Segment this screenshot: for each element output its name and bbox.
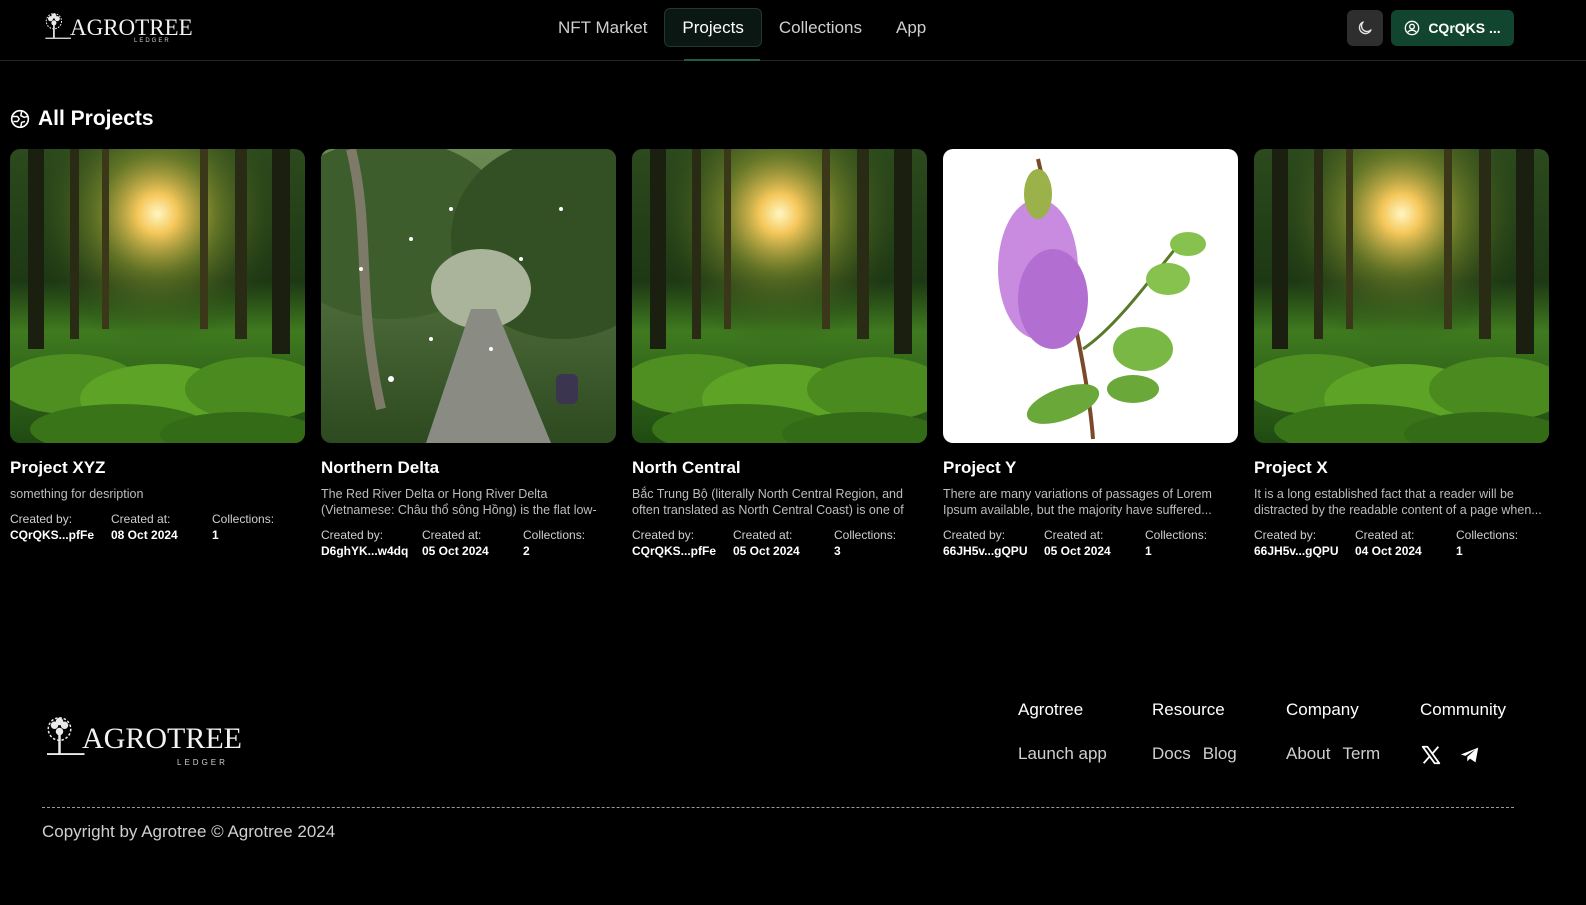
created-by-value: 66JH5v...gQPU	[1254, 544, 1339, 558]
brand-sub: LEDGER	[134, 38, 171, 44]
created-by-label: Created by:	[321, 528, 384, 542]
project-card[interactable]: Project XYZ something for desription Cre…	[10, 149, 305, 559]
footer-col-company: Company About Term	[1286, 700, 1420, 766]
collections-label: Collections:	[1145, 528, 1208, 542]
launch-app-link[interactable]: Launch app	[1018, 744, 1107, 764]
project-card[interactable]: Project Y There are many variations of p…	[943, 149, 1238, 559]
nav-app[interactable]: App	[879, 8, 943, 47]
collections-label: Collections:	[212, 512, 275, 526]
project-image	[943, 149, 1238, 443]
created-by-label: Created by:	[632, 528, 695, 542]
project-image	[632, 149, 927, 443]
created-at-value: 08 Oct 2024	[111, 528, 178, 542]
collections-count: 2	[523, 544, 530, 558]
project-title: Northern Delta	[321, 458, 440, 477]
created-by-value: CQrQKS...pfFe	[632, 544, 717, 558]
copyright-text: Copyright by Agrotree © Agrotree 2024	[42, 822, 336, 841]
project-meta: Created by: 66JH5v...gQPU Created at: 04 O…	[1254, 527, 1549, 559]
created-by-value: 66JH5v...gQPU	[943, 544, 1028, 558]
project-meta: Created by: D6ghYK...w4dq Created at: 05 O…	[321, 527, 616, 559]
project-description: The Red River Delta or Hong River Delta …	[321, 487, 597, 517]
user-circle-icon	[1404, 20, 1420, 36]
created-by-label: Created by:	[10, 512, 73, 526]
footer-col-agrotree: Agrotree Launch app	[1018, 700, 1152, 766]
created-by-label: Created by:	[1254, 528, 1317, 542]
project-description: It is a long established fact that a rea…	[1254, 487, 1542, 517]
footer-col-resource: Resource Docs Blog	[1152, 700, 1286, 766]
wallet-address-label: CQrQKS ...	[1428, 20, 1501, 36]
project-image	[321, 149, 616, 443]
active-tab-indicator	[684, 59, 760, 61]
nav-projects[interactable]: Projects	[664, 8, 762, 47]
project-description: Bắc Trung Bộ (literally North Central Re…	[632, 487, 904, 517]
collections-label: Collections:	[523, 528, 586, 542]
created-at-value: 04 Oct 2024	[1355, 544, 1422, 558]
created-at-label: Created at:	[733, 528, 793, 542]
created-at-label: Created at:	[422, 528, 482, 542]
blog-link[interactable]: Blog	[1203, 744, 1237, 764]
collections-count: 1	[1456, 544, 1463, 558]
footer-col-community: Community	[1420, 700, 1554, 766]
footer-columns: Agrotree Launch app Resource Docs Blog C…	[1018, 700, 1554, 766]
brand-logo[interactable]: AGROTREE LEDGER	[42, 8, 193, 48]
project-meta: Created by: 66JH5v...gQPU Created at: 05 O…	[943, 527, 1238, 559]
x-twitter-icon[interactable]	[1420, 744, 1442, 766]
created-at-value: 05 Oct 2024	[1044, 544, 1111, 558]
section-header: All Projects	[10, 105, 154, 133]
project-description: There are many variations of passages of…	[943, 487, 1212, 517]
project-card[interactable]: North Central Bắc Trung Bộ (literally No…	[632, 149, 927, 559]
collections-count: 3	[834, 544, 841, 558]
created-by-value: D6ghYK...w4dq	[321, 544, 409, 558]
collections-count: 1	[212, 528, 219, 542]
project-cards-list: Project XYZ something for desription Cre…	[10, 149, 1549, 559]
project-title: Project XYZ	[10, 458, 106, 477]
globe-icon	[10, 109, 30, 129]
project-image	[10, 149, 305, 443]
created-by-label: Created by:	[943, 528, 1006, 542]
telegram-icon[interactable]	[1458, 744, 1482, 766]
top-navbar: AGROTREE LEDGER NFT Market Projects Coll…	[0, 0, 1586, 61]
moon-icon	[1358, 21, 1372, 35]
collections-label: Collections:	[834, 528, 897, 542]
footer-heading: Agrotree	[1018, 700, 1084, 719]
footer-heading: Community	[1420, 700, 1506, 719]
project-card[interactable]: Northern Delta The Red River Delta or Ho…	[321, 149, 616, 559]
page-title: All Projects	[38, 107, 154, 130]
project-image	[1254, 149, 1549, 443]
main-nav: NFT Market Projects Collections App	[541, 8, 943, 47]
project-card[interactable]: Project X It is a long established fact …	[1254, 149, 1549, 559]
brand-name: AGROTREE	[70, 15, 193, 40]
project-meta: Created by: CQrQKS...pfFe Created at: 08 O…	[10, 511, 305, 543]
created-at-label: Created at:	[1355, 528, 1415, 542]
about-link[interactable]: About	[1286, 744, 1330, 764]
created-at-value: 05 Oct 2024	[733, 544, 800, 558]
wallet-account-button[interactable]: CQrQKS ...	[1391, 10, 1514, 46]
footer-brand-logo[interactable]: AGROTREE LEDGER	[42, 710, 242, 772]
nav-collections[interactable]: Collections	[762, 8, 879, 47]
term-link[interactable]: Term	[1342, 744, 1380, 764]
collections-count: 1	[1145, 544, 1152, 558]
project-description: something for desription	[10, 487, 144, 501]
created-at-label: Created at:	[111, 512, 171, 526]
footer-heading: Resource	[1152, 700, 1225, 719]
project-meta: Created by: CQrQKS...pfFe Created at: 05 O…	[632, 527, 927, 559]
project-title: Project Y	[943, 458, 1017, 477]
docs-link[interactable]: Docs	[1152, 744, 1191, 764]
created-by-value: CQrQKS...pfFe	[10, 528, 95, 542]
footer-brand-name: AGROTREE	[82, 722, 242, 755]
theme-toggle-button[interactable]	[1347, 10, 1383, 46]
nav-nft-market[interactable]: NFT Market	[541, 8, 664, 47]
created-at-value: 05 Oct 2024	[422, 544, 489, 558]
project-title: North Central	[632, 458, 741, 477]
footer-brand-sub: LEDGER	[177, 758, 228, 767]
created-at-label: Created at:	[1044, 528, 1104, 542]
footer-heading: Company	[1286, 700, 1359, 719]
project-title: Project X	[1254, 458, 1328, 477]
collections-label: Collections:	[1456, 528, 1519, 542]
footer-divider	[42, 807, 1514, 808]
